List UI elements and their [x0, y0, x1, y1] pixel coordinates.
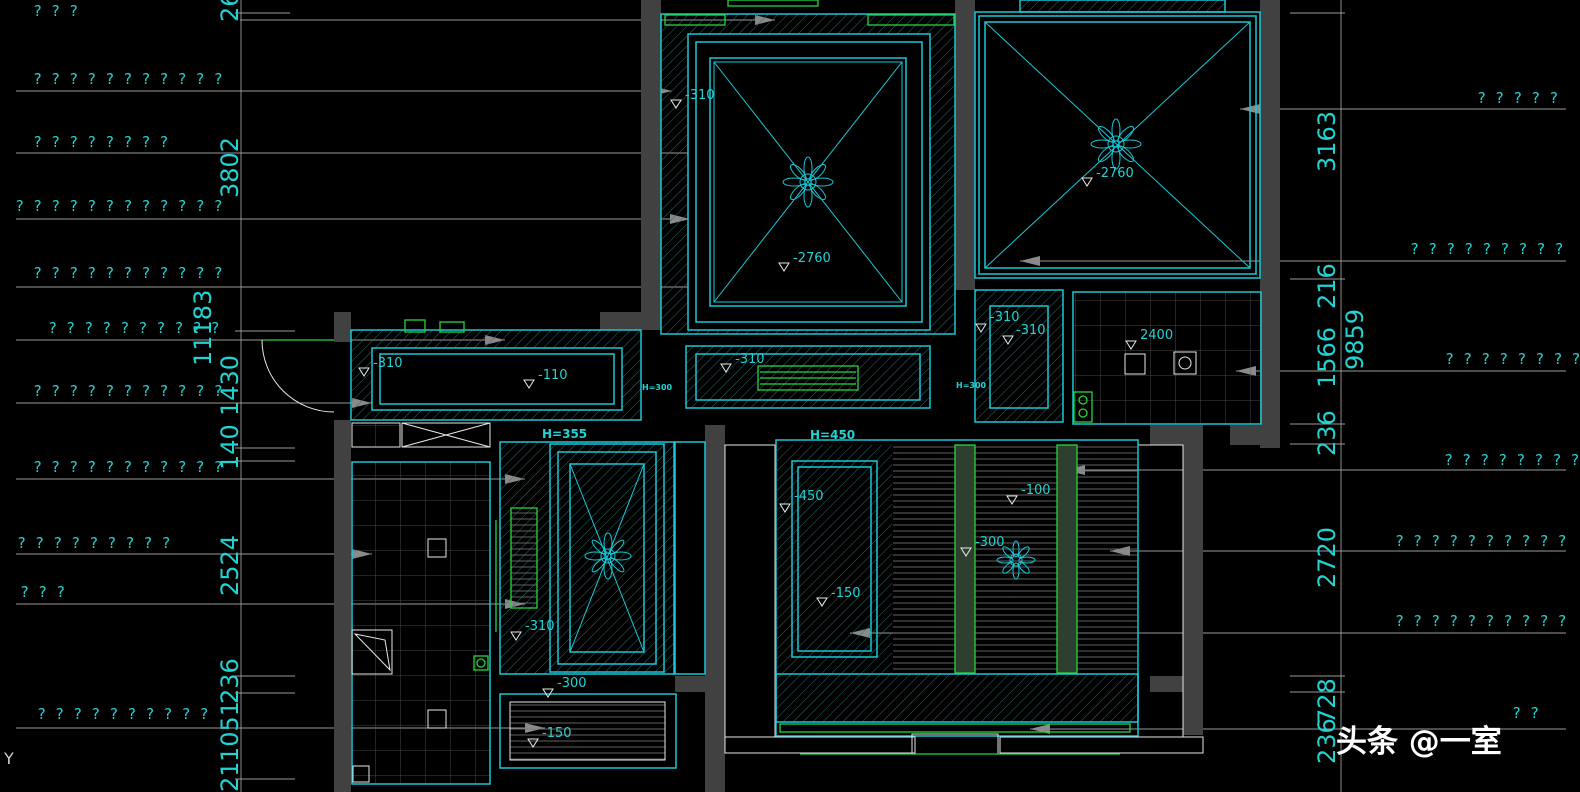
left-label: ? ? ?	[33, 2, 78, 20]
elevation-text: -310	[735, 352, 765, 367]
dimension-text: 2524	[216, 535, 244, 596]
right-label: ? ? ? ? ?	[1477, 89, 1558, 107]
elevation-text: -450	[794, 489, 824, 504]
left-label: ? ? ? ? ? ? ? ? ? ? ?	[33, 382, 223, 400]
dimension-text: 9859	[1341, 309, 1369, 370]
left-label: ? ? ? ? ? ? ? ? ? ? ?	[33, 70, 223, 88]
elevation-text: 2400	[1140, 328, 1173, 343]
elevation-text: -100	[1021, 483, 1051, 498]
dimension-text: 2720	[1313, 527, 1341, 588]
right-label: ? ? ? ? ? ? ? ? ?	[1410, 240, 1564, 258]
room-lower-living	[724, 439, 1204, 755]
height-text: H=355	[542, 427, 587, 441]
axis-mark: Y	[3, 749, 14, 768]
elevation-text: -310	[525, 619, 555, 634]
left-label: ? ? ? ? ? ? ? ? ? ?	[37, 705, 209, 723]
right-label: ? ?	[1512, 704, 1539, 722]
height-text: H=300	[642, 383, 673, 392]
right-label: ? ? ? ? ? ? ? ? ? ?	[1395, 612, 1567, 630]
room-study-ceiling	[495, 441, 706, 769]
room-bedroom-ceiling	[974, 0, 1261, 279]
dimension-text: 236	[216, 658, 244, 704]
left-label: ? ? ? ? ? ? ? ? ?	[17, 534, 171, 552]
dimension-text: 1430	[216, 355, 244, 416]
room-living-ceiling	[660, 0, 956, 409]
elevation-text: -110	[538, 368, 568, 383]
elevation-text: -2760	[1096, 166, 1134, 181]
dimension-text: 3163	[1313, 111, 1341, 172]
dimension-text: 236	[1313, 410, 1341, 456]
elevation-text: -310	[373, 356, 403, 371]
elevation-text: -150	[831, 586, 861, 601]
left-label: ? ? ? ? ? ? ? ? ? ? ?	[33, 458, 223, 476]
dimension-text: 3802	[216, 137, 244, 198]
height-text: H=300	[956, 381, 987, 390]
dimension-text: 1566	[1313, 327, 1341, 388]
right-label: ? ? ? ? ? ? ? ?	[1445, 350, 1580, 368]
dimension-text: 140	[216, 424, 244, 470]
dimension-text: 26	[216, 0, 244, 22]
room-left-bath	[351, 461, 491, 785]
left-label: ? ? ? ? ? ? ? ? ? ? ? ?	[15, 197, 223, 215]
left-label: ? ? ? ? ? ? ? ? ? ? ?	[33, 264, 223, 282]
elevation-text: -300	[975, 535, 1005, 550]
elevation-text: -310	[685, 88, 715, 103]
dimension-text: 216	[1313, 263, 1341, 309]
left-label: ? ? ?	[20, 583, 65, 601]
height-text: H=450	[810, 428, 855, 442]
dimension-text: 21	[216, 761, 244, 792]
cad-ceiling-plan: ? ? ? ? ? ? ? ? ? ? ? ? ? ? ? ? ? ? ? ? …	[3, 0, 1580, 792]
dimension-text: 1051	[216, 701, 244, 762]
elevation-text: -300	[557, 676, 587, 691]
right-label-list: ? ? ? ? ? ? ? ? ? ? ? ? ? ? ? ? ? ? ? ? …	[1395, 89, 1580, 722]
dimension-text: 728	[1313, 678, 1341, 724]
dimension-text: 11183	[189, 290, 217, 366]
elevation-text: -150	[542, 726, 572, 741]
right-label: ? ? ? ? ? ? ? ?	[1444, 451, 1579, 469]
elevation-text: -2760	[793, 251, 831, 266]
left-label: ? ? ? ? ? ? ? ?	[33, 133, 168, 151]
right-label: ? ? ? ? ? ? ? ? ? ?	[1395, 532, 1567, 550]
watermark: 头条 @一室	[1336, 724, 1502, 760]
elevation-text: -310	[1016, 323, 1046, 338]
